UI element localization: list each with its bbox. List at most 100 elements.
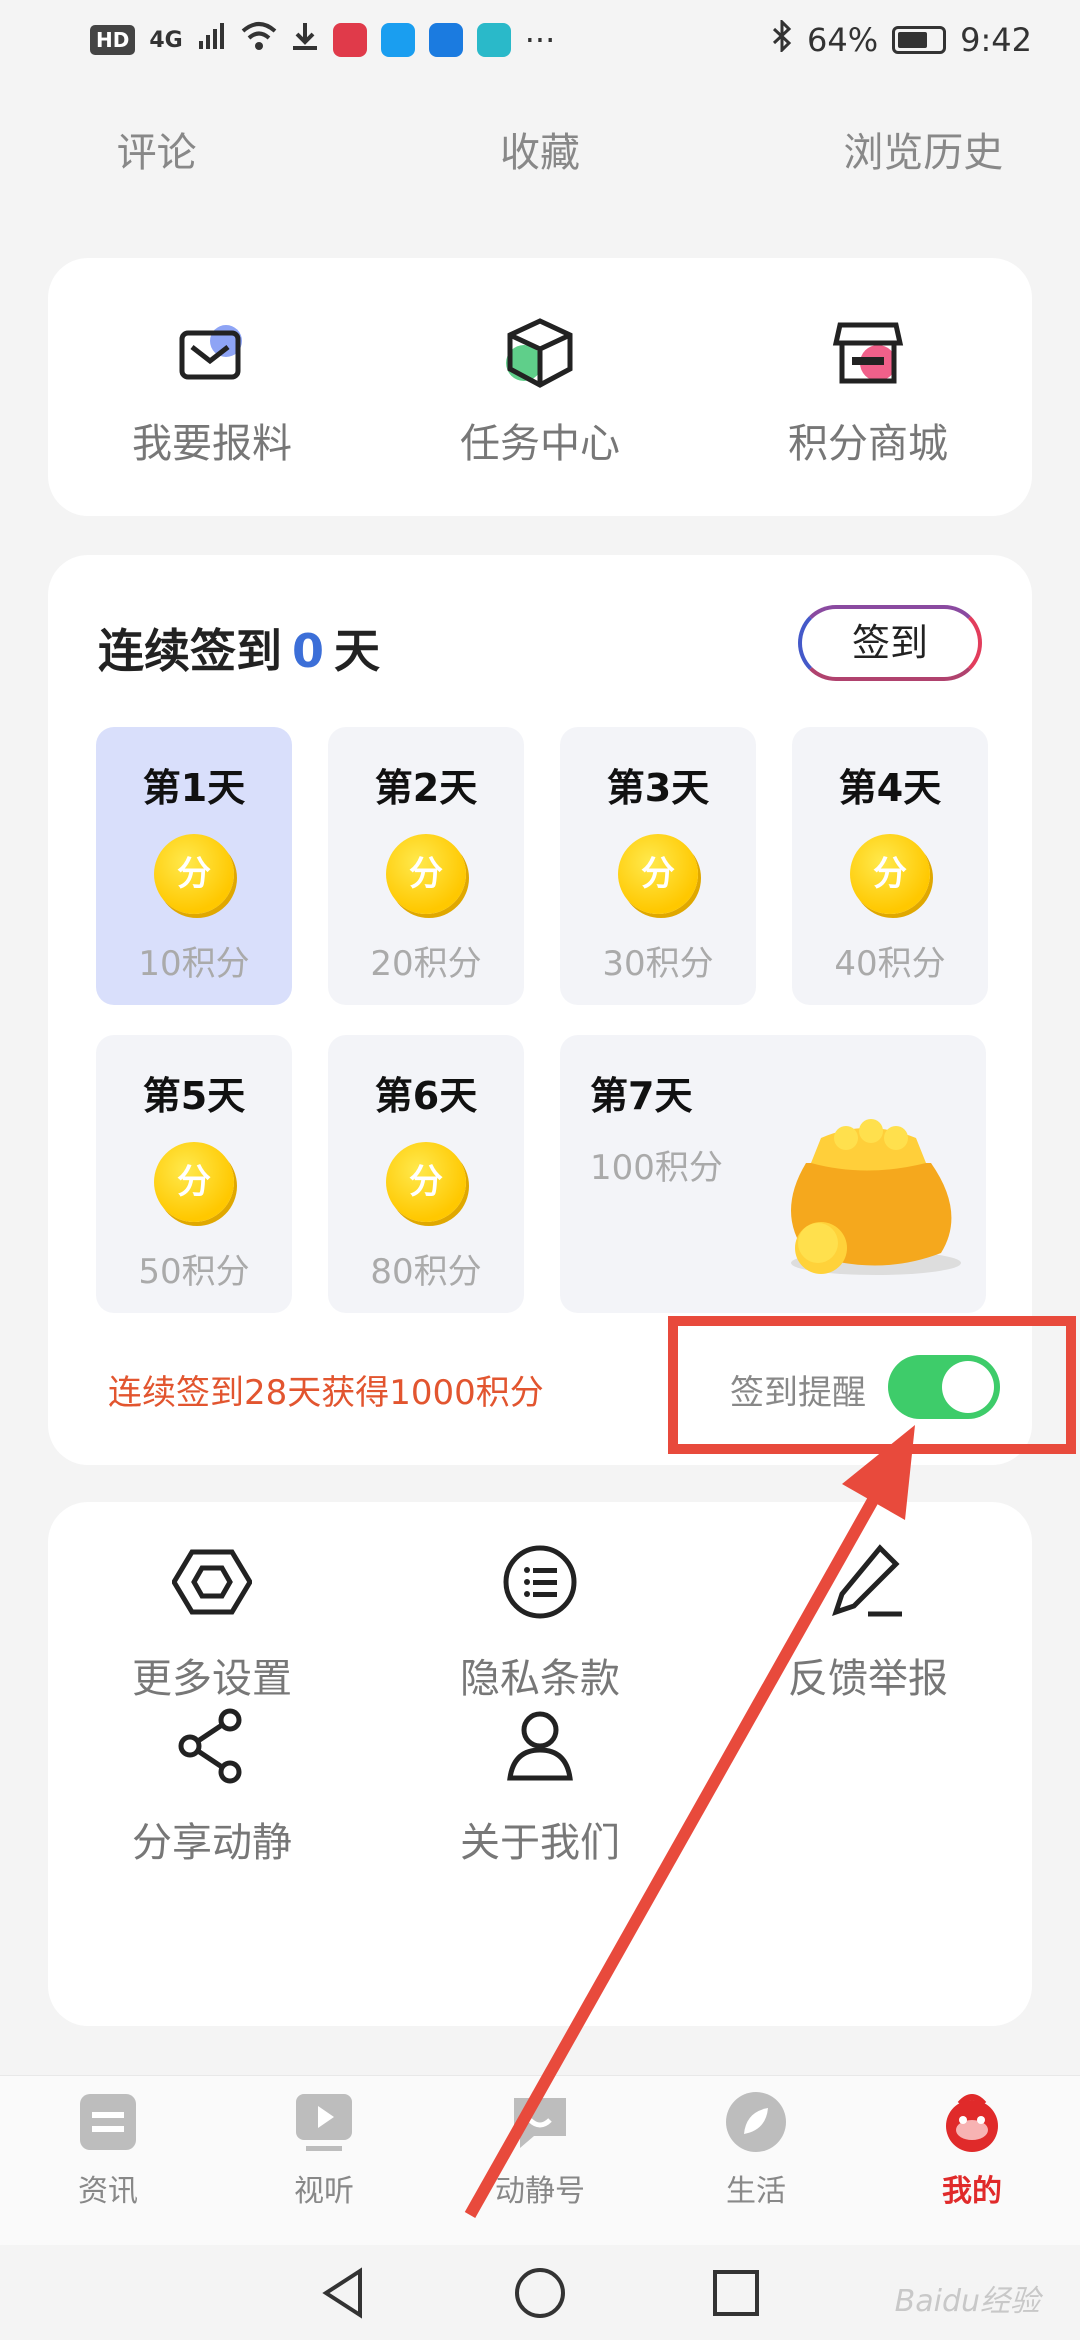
profile-top-links: 评论 收藏 浏览历史 xyxy=(0,120,1080,178)
recents-icon[interactable] xyxy=(708,2265,764,2321)
comments-link[interactable]: 评论 xyxy=(0,120,383,178)
nav-label: 生活 xyxy=(726,2174,786,2209)
privacy-terms-button[interactable]: 隐私条款 xyxy=(376,1542,704,1704)
day-7-box: 第7天 100积分 xyxy=(560,1035,986,1313)
day-name: 第3天 xyxy=(606,766,710,810)
setting-label: 分享动静 xyxy=(132,1820,292,1866)
setting-label: 更多设置 xyxy=(132,1656,292,1702)
day-name: 第6天 xyxy=(374,1074,478,1118)
setting-label: 隐私条款 xyxy=(460,1656,620,1702)
status-bar: HD 4G ··· 64% 9:42 xyxy=(0,0,1080,80)
day-points: 50积分 xyxy=(138,1252,250,1292)
day-points: 80积分 xyxy=(370,1252,482,1292)
nav-label: 资讯 xyxy=(78,2174,138,2209)
nav-mine[interactable]: 我的 xyxy=(864,2076,1080,2245)
checkin-days-count: 0 xyxy=(292,624,325,678)
download-icon xyxy=(291,21,319,59)
nav-label: 动静号 xyxy=(495,2174,585,2209)
day-name: 第5天 xyxy=(142,1074,246,1118)
clock-time: 9:42 xyxy=(960,21,1032,59)
about-us-button[interactable]: 关于我们 xyxy=(376,1706,704,1868)
quick-actions-card: 我要报料 任务中心 积分商城 xyxy=(48,258,1032,516)
day-name: 第2天 xyxy=(374,766,478,810)
day-points: 20积分 xyxy=(370,944,482,984)
day-points: 10积分 xyxy=(138,944,250,984)
leaf-icon xyxy=(726,2092,786,2152)
watermark-text: Baidu经验 xyxy=(894,2284,1040,2319)
report-news-button[interactable]: 我要报料 xyxy=(48,313,376,516)
coin-icon: 分 xyxy=(386,834,466,914)
day-2-box: 第2天 分 20积分 xyxy=(328,727,524,1005)
nav-label: 我的 xyxy=(942,2174,1002,2209)
wifi-icon xyxy=(241,21,277,59)
settings-card: 更多设置 隐私条款 反馈举报 分享动静 关于我们 xyxy=(48,1502,1032,2026)
search-app-icon xyxy=(380,23,415,57)
day-5-box: 第5天 分 50积分 xyxy=(96,1035,292,1313)
user-icon xyxy=(507,1711,573,1781)
nav-dongjing-account[interactable]: 动静号 xyxy=(432,2076,648,2245)
day-4-box: 第4天 分 40积分 xyxy=(792,727,988,1005)
feedback-report-button[interactable]: 反馈举报 xyxy=(704,1542,1032,1704)
home-icon[interactable] xyxy=(512,2265,568,2321)
streak-reward-text: 连续签到28天获得1000积分 xyxy=(108,1373,544,1413)
more-settings-button[interactable]: 更多设置 xyxy=(48,1542,376,1704)
nav-video[interactable]: 视听 xyxy=(216,2076,432,2245)
nav-label: 视听 xyxy=(294,2174,354,2209)
quick-action-label: 我要报料 xyxy=(132,421,292,467)
bluetooth-icon xyxy=(771,18,793,60)
sign-in-button[interactable]: 签到 xyxy=(798,605,982,681)
more-notifications: ··· xyxy=(524,21,556,59)
app-notification-icon xyxy=(332,23,367,57)
battery-percent: 64% xyxy=(807,21,879,59)
reminder-label: 签到提醒 xyxy=(730,1373,866,1413)
day-1-box: 第1天 分 10积分 xyxy=(96,727,292,1005)
day-points: 30积分 xyxy=(602,944,714,984)
setting-label: 关于我们 xyxy=(460,1820,620,1866)
day-name: 第7天 xyxy=(590,1074,693,1118)
day-6-box: 第6天 分 80积分 xyxy=(328,1035,524,1313)
box-icon xyxy=(506,318,573,388)
quick-action-label: 积分商城 xyxy=(788,421,948,467)
checkin-title: 连续签到 0 天 xyxy=(98,615,380,681)
mail-icon xyxy=(179,325,242,380)
nav-life[interactable]: 生活 xyxy=(648,2076,864,2245)
hd-badge: HD xyxy=(90,25,136,55)
share-app-button[interactable]: 分享动静 xyxy=(48,1706,376,1868)
coin-icon: 分 xyxy=(154,1142,234,1222)
list-icon xyxy=(503,1545,577,1619)
coin-icon: 分 xyxy=(386,1142,466,1222)
nav-news[interactable]: 资讯 xyxy=(0,2076,216,2245)
task-center-button[interactable]: 任务中心 xyxy=(376,313,704,516)
day-points: 100积分 xyxy=(590,1148,723,1188)
reminder-toggle[interactable] xyxy=(888,1355,1000,1419)
video-icon xyxy=(296,2094,352,2151)
coin-icon: 分 xyxy=(618,834,698,914)
checkin-title-prefix: 连续签到 xyxy=(98,624,282,678)
mascot-icon xyxy=(946,2094,998,2152)
day-name: 第4天 xyxy=(838,766,942,810)
back-icon[interactable] xyxy=(316,2265,372,2321)
day-name: 第1天 xyxy=(142,766,246,810)
points-mall-button[interactable]: 积分商城 xyxy=(704,313,1032,516)
treasure-bag-icon xyxy=(791,1119,961,1275)
checkin-card: 连续签到 0 天 签到 第1天 分 10积分 第2天 分 20积分 第3天 分 30… xyxy=(48,555,1032,1465)
pen-icon xyxy=(832,1544,902,1617)
setting-label: 反馈举报 xyxy=(788,1656,948,1702)
network-label: 4G xyxy=(149,27,183,53)
signal-icon xyxy=(197,21,227,59)
chat-icon xyxy=(514,2098,566,2148)
quick-action-label: 任务中心 xyxy=(460,421,620,467)
favorites-link[interactable]: 收藏 xyxy=(383,120,696,178)
status-right: 64% 9:42 xyxy=(771,18,1032,60)
history-link[interactable]: 浏览历史 xyxy=(697,120,1080,178)
share-icon xyxy=(178,1708,242,1784)
coin-icon: 分 xyxy=(154,834,234,914)
novel-app-icon xyxy=(428,23,463,57)
bottom-nav: 资讯 视听 动静号 生活 我的 xyxy=(0,2075,1080,2245)
reader-app-icon xyxy=(476,23,511,57)
day-3-box: 第3天 分 30积分 xyxy=(560,727,756,1005)
coin-icon: 分 xyxy=(850,834,930,914)
status-left: HD 4G ··· xyxy=(90,21,555,59)
checkin-title-suffix: 天 xyxy=(334,624,381,678)
store-icon xyxy=(832,322,904,384)
